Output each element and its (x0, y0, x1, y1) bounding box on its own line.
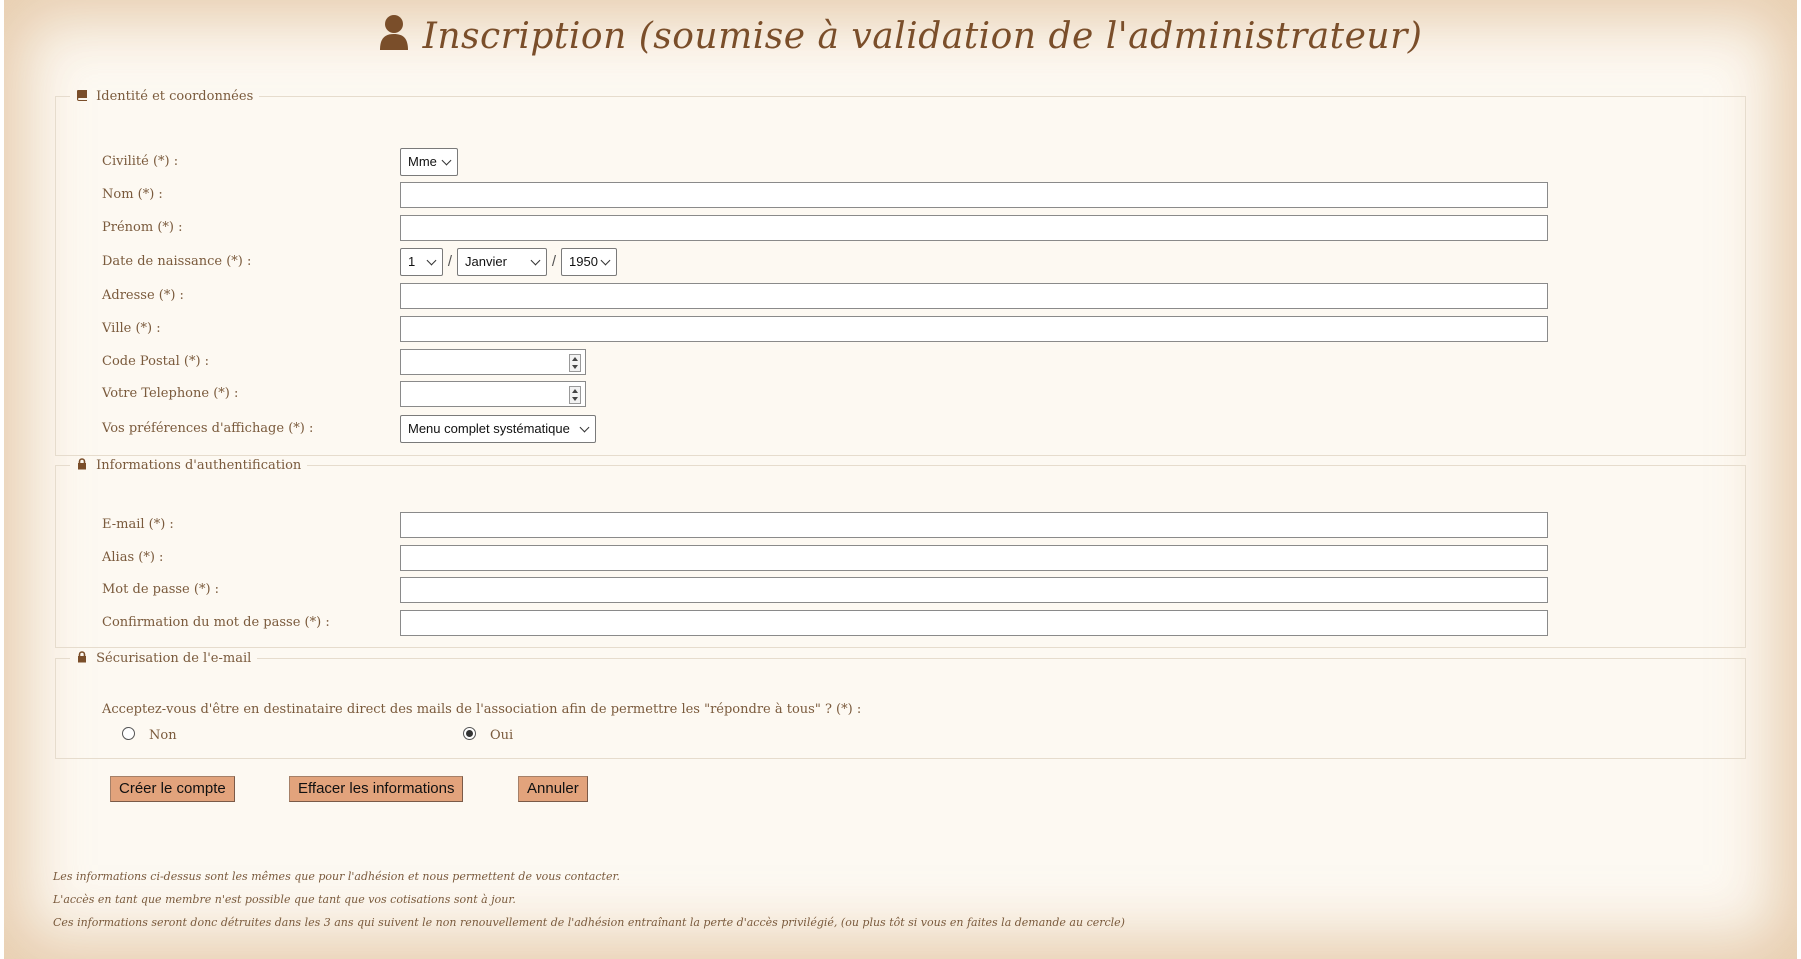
preferences-row: Vos préférences d'affichage (*) : Menu c… (56, 415, 1745, 443)
identity-section: Identité et coordonnées Civilité (*) : M… (55, 89, 1746, 456)
birth-month-select[interactable]: Janvier (457, 248, 547, 276)
date-separator: / (551, 253, 557, 270)
reply-all-question: Acceptez-vous d'être en destinataire dir… (102, 702, 862, 717)
chevron-down-icon (600, 255, 611, 266)
email-input[interactable] (400, 512, 1548, 538)
civilite-row: Civilité (*) : Mme (56, 148, 1745, 176)
preferences-label: Vos préférences d'affichage (*) : (102, 421, 314, 436)
adresse-row: Adresse (*) : (56, 283, 1745, 309)
birth-day-value: 1 (408, 254, 416, 269)
note-2: L'accès en tant que membre n'est possibl… (53, 893, 516, 906)
password-input[interactable] (400, 577, 1548, 603)
prenom-input[interactable] (400, 215, 1548, 241)
alias-input[interactable] (400, 545, 1548, 571)
radio-non-label: Non (149, 728, 177, 743)
password-confirm-label: Confirmation du mot de passe (*) : (102, 615, 330, 630)
book-icon (76, 89, 88, 101)
preferences-value: Menu complet systématique (408, 421, 570, 436)
lock-icon (76, 458, 88, 470)
code-postal-input[interactable] (400, 349, 586, 375)
telephone-input[interactable] (400, 381, 586, 407)
prenom-row: Prénom (*) : (56, 215, 1745, 241)
ville-input[interactable] (400, 316, 1548, 342)
email-label: E-mail (*) : (102, 517, 174, 532)
page: Inscription (soumise à validation de l'a… (4, 0, 1797, 959)
email-security-legend: Sécurisation de l'e-mail (70, 651, 257, 666)
code-postal-row: Code Postal (*) : (56, 349, 1745, 375)
lock-icon (76, 651, 88, 663)
password-label: Mot de passe (*) : (102, 582, 220, 597)
nom-input[interactable] (400, 182, 1548, 208)
alias-row: Alias (*) : (56, 545, 1745, 571)
alias-label: Alias (*) : (102, 550, 164, 565)
cancel-button[interactable]: Annuler (518, 776, 588, 802)
spinner-icon[interactable] (569, 386, 581, 404)
auth-section: Informations d'authentification E-mail (… (55, 458, 1746, 648)
telephone-row: Votre Telephone (*) : (56, 381, 1745, 407)
radio-non[interactable]: Non (122, 727, 177, 744)
email-row: E-mail (*) : (56, 512, 1745, 538)
birth-year-select[interactable]: 1950 (561, 248, 617, 276)
naissance-row: Date de naissance (*) : 1 / Janvier / 19… (56, 248, 1745, 276)
page-title: Inscription (soumise à validation de l'a… (422, 16, 1423, 57)
naissance-label: Date de naissance (*) : (102, 254, 252, 269)
auth-legend: Informations d'authentification (70, 458, 307, 473)
code-postal-label: Code Postal (*) : (102, 354, 210, 369)
chevron-down-icon (530, 255, 541, 266)
note-3: Ces informations seront donc détruites d… (53, 916, 1125, 929)
chevron-down-icon (579, 422, 590, 433)
password-confirm-row: Confirmation du mot de passe (*) : (56, 610, 1745, 636)
telephone-label: Votre Telephone (*) : (102, 386, 239, 401)
radio-oui-label: Oui (490, 728, 514, 743)
user-icon (379, 14, 409, 52)
page-title-bar: Inscription (soumise à validation de l'a… (4, 10, 1797, 64)
radio-oui-button[interactable] (463, 727, 476, 740)
email-security-section: Sécurisation de l'e-mail Acceptez-vous d… (55, 651, 1746, 759)
identity-legend: Identité et coordonnées (70, 89, 259, 104)
email-security-legend-text: Sécurisation de l'e-mail (96, 651, 252, 666)
ville-label: Ville (*) : (102, 321, 161, 336)
adresse-input[interactable] (400, 283, 1548, 309)
chevron-down-icon (441, 155, 452, 166)
civilite-select[interactable]: Mme (400, 148, 458, 176)
radio-oui[interactable]: Oui (463, 727, 513, 744)
birth-year-value: 1950 (569, 254, 598, 269)
date-separator: / (447, 253, 453, 270)
radio-non-button[interactable] (122, 727, 135, 740)
note-1: Les informations ci-dessus sont les même… (53, 870, 621, 883)
password-row: Mot de passe (*) : (56, 577, 1745, 603)
civilite-label: Civilité (*) : (102, 154, 179, 169)
auth-legend-text: Informations d'authentification (96, 458, 302, 473)
spinner-icon[interactable] (569, 354, 581, 372)
password-confirm-input[interactable] (400, 610, 1548, 636)
birth-day-select[interactable]: 1 (400, 248, 443, 276)
birth-month-value: Janvier (465, 254, 507, 269)
nom-row: Nom (*) : (56, 182, 1745, 208)
create-account-button[interactable]: Créer le compte (110, 776, 235, 802)
nom-label: Nom (*) : (102, 187, 163, 202)
civilite-value: Mme (408, 154, 437, 169)
ville-row: Ville (*) : (56, 316, 1745, 342)
preferences-select[interactable]: Menu complet systématique (400, 415, 596, 443)
identity-legend-text: Identité et coordonnées (96, 89, 254, 104)
adresse-label: Adresse (*) : (102, 288, 184, 303)
prenom-label: Prénom (*) : (102, 220, 183, 235)
clear-form-button[interactable]: Effacer les informations (289, 776, 464, 802)
chevron-down-icon (426, 255, 437, 266)
